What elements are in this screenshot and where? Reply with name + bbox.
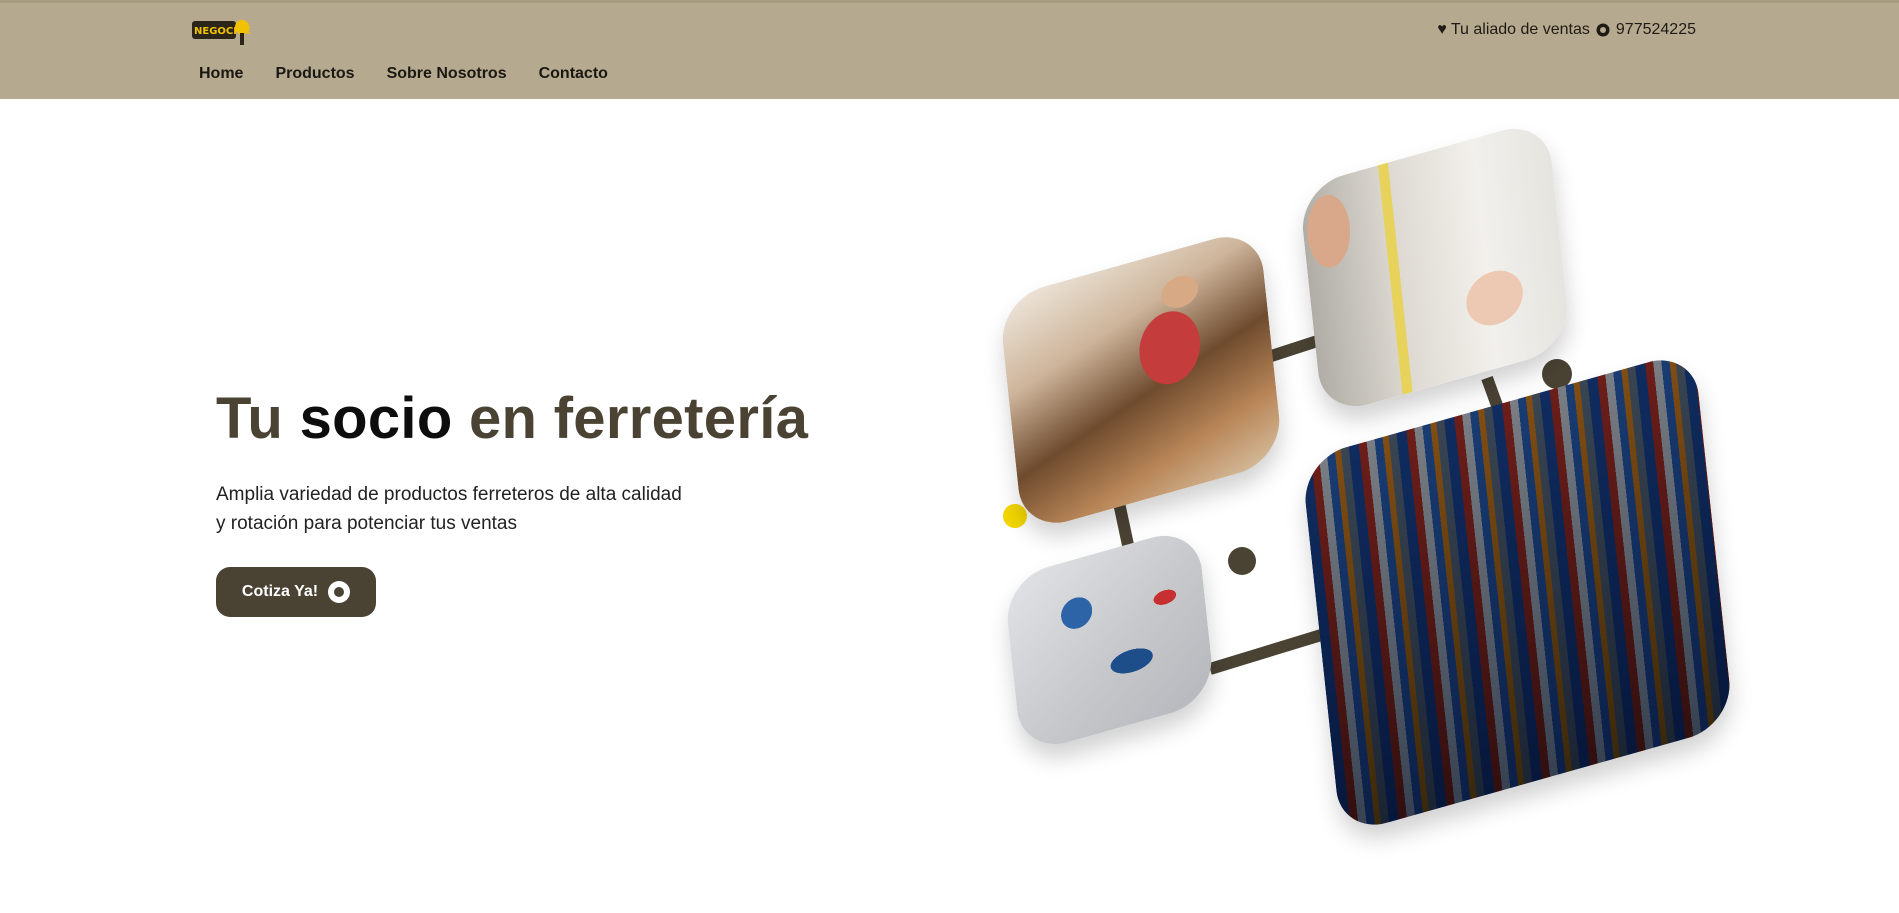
hero-title-part1: Tu	[216, 386, 300, 451]
tagline: ♥ Tu aliado de ventas	[1437, 21, 1590, 38]
nav-contacto[interactable]: Contacto	[539, 65, 608, 83]
nav-productos[interactable]: Productos	[275, 65, 354, 83]
nav-sobre-nosotros[interactable]: Sobre Nosotros	[387, 65, 507, 83]
hardware-store-logo[interactable]: NEGOCIOS	[190, 13, 250, 47]
decorative-dot	[1228, 547, 1256, 575]
phone-number[interactable]: 977524225	[1616, 21, 1696, 39]
whatsapp-icon	[328, 581, 351, 603]
hero-description: Amplia variedad de productos ferreteros …	[216, 484, 682, 534]
photo-carpenter	[998, 226, 1284, 534]
hero-title-strong: socio	[299, 386, 453, 451]
cotiza-button[interactable]: Cotiza Ya!	[216, 567, 376, 617]
cotiza-button-label: Cotiza Ya!	[241, 583, 319, 600]
hero-title: Tu socio en ferretería	[216, 385, 808, 452]
hero-title-part2: en ferretería	[452, 386, 809, 451]
photo-tape-measure	[1298, 117, 1572, 418]
whatsapp-icon	[1596, 23, 1610, 37]
contact-line: ♥ Tu aliado de ventas 977524225	[1437, 21, 1696, 39]
nav-home[interactable]: Home	[199, 65, 243, 83]
photo-store-aisle	[1300, 349, 1735, 836]
hero-collage	[990, 117, 1735, 860]
connector-line	[1208, 625, 1337, 675]
top-navbar: NEGOCIOS ♥ Tu aliado de ventas 977524225…	[0, 0, 1899, 99]
main-nav: Home Productos Sobre Nosotros Contacto	[199, 65, 608, 83]
photo-hand-tools	[1003, 524, 1216, 756]
